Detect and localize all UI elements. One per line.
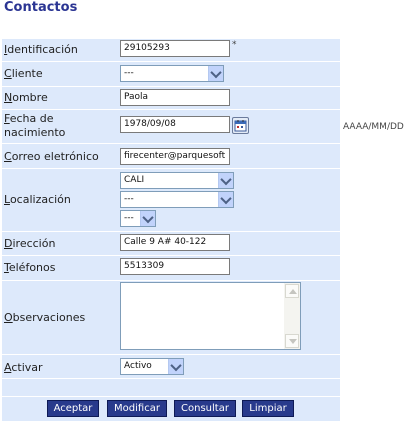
chevron-down-icon — [218, 173, 233, 188]
scroll-up-icon[interactable] — [285, 284, 299, 298]
localizacion-select-3[interactable]: --- — [120, 210, 156, 227]
row-divider — [2, 280, 340, 281]
page-title: Contactos — [4, 0, 78, 15]
scroll-down-icon[interactable] — [285, 334, 299, 348]
aceptar-button[interactable]: Aceptar — [47, 400, 99, 417]
activar-select-value: Activo — [124, 361, 152, 371]
fecha-label-line2: nacimiento — [4, 126, 66, 139]
required-mark: * — [232, 40, 237, 50]
fecha-nacimiento-field[interactable]: 1978/09/08 — [120, 116, 230, 133]
row-divider — [2, 255, 340, 256]
row-divider — [2, 61, 340, 62]
modificar-button[interactable]: Modificar — [107, 400, 167, 417]
ciudad-select[interactable]: CALI — [120, 172, 234, 189]
fecha-label-line1: Fecha de — [4, 112, 54, 125]
calendar-icon — [234, 120, 247, 132]
observaciones-textarea[interactable] — [120, 282, 301, 350]
row-divider — [2, 109, 340, 110]
row-divider — [2, 86, 340, 87]
cliente-label: Cliente — [4, 67, 43, 80]
nombre-label: Nombre — [4, 91, 48, 104]
calendar-button[interactable] — [232, 117, 249, 134]
date-format-hint: AAAA/MM/DD — [343, 122, 404, 132]
localizacion-select-2[interactable]: --- — [120, 191, 234, 208]
row-divider — [2, 168, 340, 169]
correo-label: Correo eletrónico — [4, 150, 99, 163]
chevron-down-icon — [218, 192, 233, 207]
localizacion-select-2-value: --- — [124, 194, 134, 204]
identificacion-label: Identificación — [4, 43, 78, 56]
chevron-down-icon — [140, 211, 155, 226]
scrollbar[interactable] — [284, 283, 300, 349]
correo-field[interactable]: firecenter@parquesoft — [120, 148, 230, 165]
nombre-field[interactable]: Paola — [120, 89, 230, 106]
ciudad-select-value: CALI — [124, 175, 145, 185]
row-divider — [2, 143, 340, 144]
localizacion-select-3-value: --- — [124, 213, 134, 223]
row-divider — [2, 354, 340, 355]
telefonos-label: Teléfonos — [4, 261, 56, 274]
direccion-field[interactable]: Calle 9 A# 40-122 — [120, 234, 230, 251]
observaciones-label: Observaciones — [4, 311, 86, 324]
identificacion-field[interactable]: 29105293 — [120, 40, 230, 57]
direccion-label: Dirección — [4, 237, 56, 250]
consultar-button[interactable]: Consultar — [174, 400, 236, 417]
telefonos-field[interactable]: 5513309 — [120, 258, 230, 275]
chevron-down-icon — [168, 359, 183, 374]
activar-label: Activar — [4, 361, 43, 374]
cliente-select[interactable]: --- — [120, 65, 224, 82]
row-divider — [2, 231, 340, 232]
row-divider — [2, 396, 340, 397]
cliente-select-value: --- — [124, 68, 134, 78]
chevron-down-icon — [208, 66, 223, 81]
limpiar-button[interactable]: Limpiar — [242, 400, 294, 417]
row-divider — [2, 378, 340, 379]
localizacion-label: Localización — [4, 193, 71, 206]
activar-select[interactable]: Activo — [120, 358, 184, 375]
